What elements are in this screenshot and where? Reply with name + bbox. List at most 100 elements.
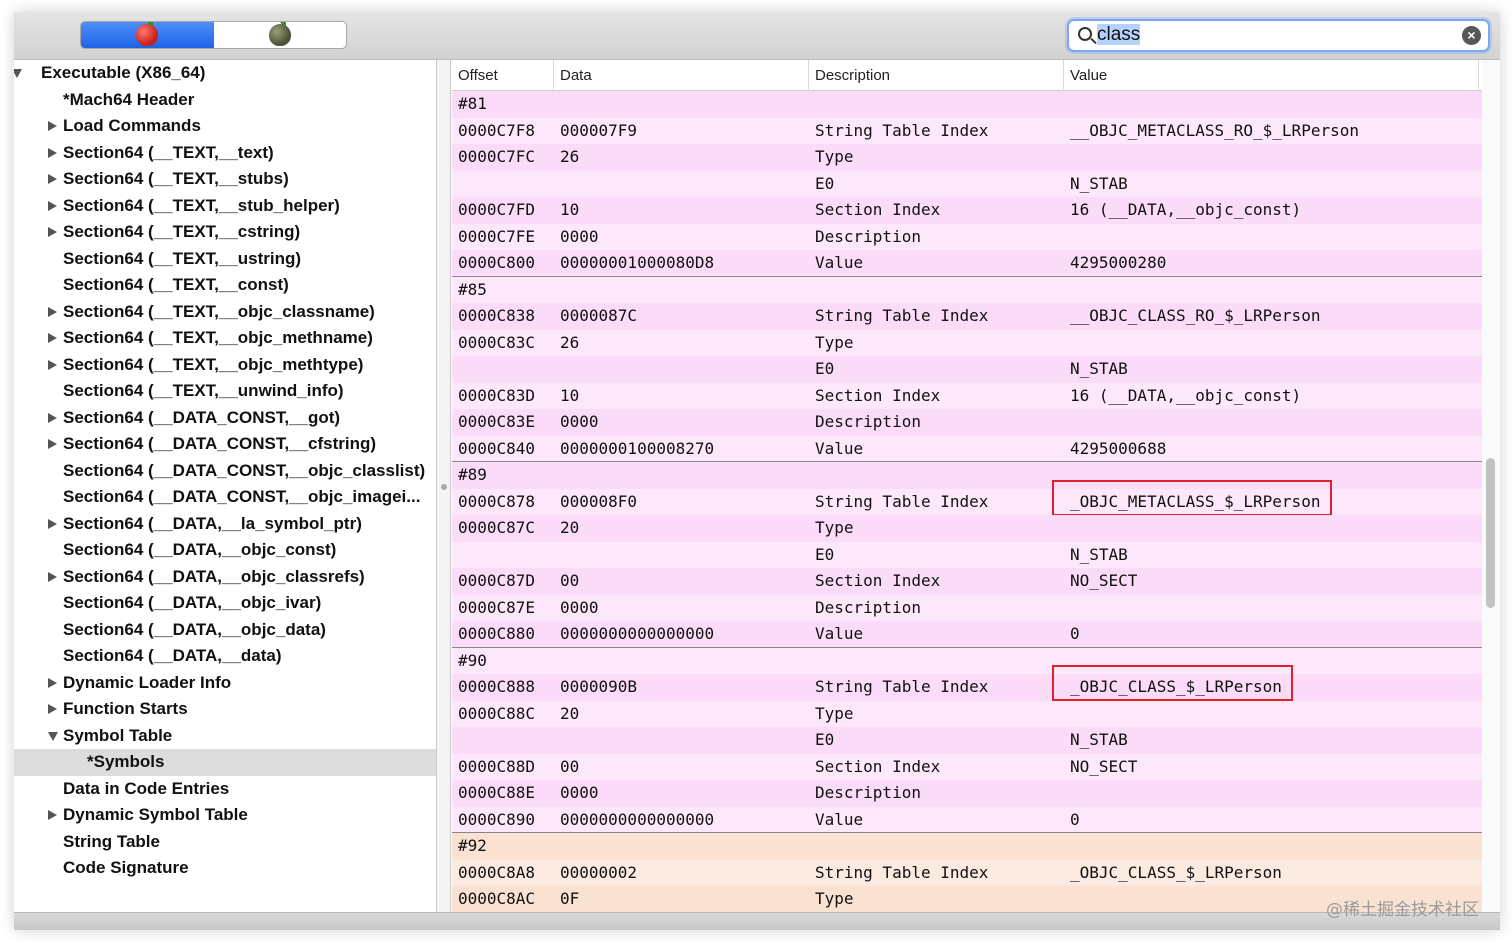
vertical-scrollbar[interactable] <box>1482 60 1500 912</box>
table-row[interactable]: 0000C840 0000000100008270 Value 4295000688 <box>452 435 1482 462</box>
sidebar-item[interactable]: Section64 (__TEXT,__cstring) <box>14 219 436 246</box>
sidebar-item[interactable]: Section64 (__DATA,__data) <box>14 643 436 670</box>
cell-data: 0000 <box>560 226 599 246</box>
cell-value: __OBJC_CLASS_RO_$_LRPerson <box>1070 306 1321 325</box>
sidebar-item[interactable]: Section64 (__DATA,__objc_const) <box>14 537 436 564</box>
sidebar-item[interactable]: *Mach64 Header <box>14 87 436 114</box>
sidebar-item[interactable]: Section64 (__DATA_CONST,__objc_imagei... <box>14 484 436 511</box>
table-row[interactable]: #92 <box>452 833 1482 860</box>
table-row[interactable]: 0000C83D 10 Section Index 16 (__DATA,__objc… <box>452 382 1482 409</box>
column-header-data[interactable]: Data <box>554 60 809 91</box>
sidebar-item[interactable]: Function Starts <box>14 696 436 723</box>
cell-offset: 0000C878 <box>458 491 536 511</box>
disclosure-collapsed-icon[interactable] <box>48 147 57 158</box>
table-row[interactable]: 0000C88D 00 Section Index NO_SECT <box>452 753 1482 780</box>
table-row[interactable]: 0000C7FD 10 Section Index 16 (__DATA,__objc… <box>452 197 1482 224</box>
cell-description: String Table Index <box>815 862 989 882</box>
column-header-description[interactable]: Description <box>809 60 1064 91</box>
table-row[interactable]: E0 N_STAB <box>452 727 1482 754</box>
sidebar-item[interactable]: Section64 (__DATA,__objc_ivar) <box>14 590 436 617</box>
column-header-value[interactable]: Value <box>1064 60 1479 91</box>
table-row[interactable]: #81 <box>452 91 1482 118</box>
disclosure-collapsed-icon[interactable] <box>48 333 57 343</box>
sidebar-item[interactable]: Section64 (__TEXT,__stub_helper) <box>14 193 436 220</box>
search-input[interactable]: class <box>1097 24 1457 48</box>
sidebar-item[interactable]: Load Commands <box>14 113 436 140</box>
sidebar-item[interactable]: Dynamic Symbol Table <box>14 802 436 829</box>
disclosure-collapsed-icon[interactable] <box>48 518 57 529</box>
sidebar-item[interactable]: Section64 (__TEXT,__stubs) <box>14 166 436 193</box>
sidebar-item[interactable]: Section64 (__DATA_CONST,__cfstring) <box>14 431 436 458</box>
table-row[interactable]: 0000C7FE 0000 Description <box>452 223 1482 250</box>
clear-search-icon[interactable]: × <box>1462 26 1481 45</box>
disclosure-collapsed-icon[interactable] <box>48 677 57 688</box>
disclosure-collapsed-icon[interactable] <box>48 306 57 317</box>
table-row[interactable]: 0000C880 0000000000000000 Value 0 <box>452 621 1482 648</box>
sidebar-item[interactable]: Section64 (__DATA,__objc_classrefs) <box>14 564 436 591</box>
sidebar-item-label: Section64 (__DATA_CONST,__objc_classlist… <box>63 460 426 480</box>
disclosure-collapsed-icon[interactable] <box>48 439 57 449</box>
sidebar-item[interactable]: Section64 (__DATA_CONST,__objc_classlist… <box>14 458 436 485</box>
sidebar-item[interactable]: Executable (X86_64) <box>14 60 436 87</box>
cell-description: E0 <box>815 730 835 749</box>
table-row[interactable]: 0000C7FC 26 Type <box>452 144 1482 171</box>
disclosure-collapsed-icon[interactable] <box>48 810 57 820</box>
disclosure-collapsed-icon[interactable] <box>48 227 57 237</box>
disclosure-expanded-icon[interactable] <box>48 731 58 741</box>
disclosure-collapsed-icon[interactable] <box>48 174 57 184</box>
disclosure-collapsed-icon[interactable] <box>48 121 57 131</box>
sidebar-item[interactable]: Section64 (__TEXT,__const) <box>14 272 436 299</box>
sidebar-item[interactable]: Symbol Table <box>14 723 436 750</box>
table-row[interactable]: 0000C838 0000087C String Table Index __OBJC… <box>452 303 1482 330</box>
sidebar-item[interactable]: Section64 (__TEXT,__objc_methtype) <box>14 352 436 379</box>
sidebar-item[interactable]: Section64 (__DATA,__la_symbol_ptr) <box>14 511 436 538</box>
table-row[interactable]: E0 N_STAB <box>452 541 1482 568</box>
cell-offset: 0000C888 <box>458 677 536 696</box>
sidebar-item[interactable]: Section64 (__DATA_CONST,__got) <box>14 405 436 432</box>
table-row[interactable]: 0000C87D 00 Section Index NO_SECT <box>452 568 1482 595</box>
sidebar-item[interactable]: Data in Code Entries <box>14 776 436 803</box>
sidebar-item[interactable]: Section64 (__TEXT,__objc_classname) <box>14 299 436 326</box>
disclosure-expanded-icon[interactable] <box>14 69 22 78</box>
disclosure-collapsed-icon[interactable] <box>48 412 57 423</box>
sidebar-item[interactable]: Section64 (__TEXT,__text) <box>14 140 436 167</box>
table-row[interactable]: 0000C88E 0000 Description <box>452 780 1482 807</box>
split-divider[interactable] <box>437 60 451 912</box>
table-row[interactable]: 0000C87C 20 Type <box>452 515 1482 542</box>
segment-right[interactable] <box>214 22 347 48</box>
cell-value: 0 <box>1070 809 1080 829</box>
sidebar-item[interactable]: Dynamic Loader Info <box>14 670 436 697</box>
disclosure-collapsed-icon[interactable] <box>48 704 57 714</box>
table-row[interactable]: 0000C83E 0000 Description <box>452 409 1482 436</box>
table-row[interactable]: 0000C888 0000090B String Table Index _OBJC_… <box>452 665 1482 701</box>
segment-left[interactable] <box>81 22 214 48</box>
table-row[interactable]: E0 N_STAB <box>452 356 1482 383</box>
table-row[interactable]: 0000C890 0000000000000000 Value 0 <box>452 806 1482 833</box>
table-row[interactable]: E0 N_STAB <box>452 170 1482 197</box>
table-row[interactable]: 0000C88C 20 Type <box>452 700 1482 727</box>
table-row[interactable]: 0000C7F8 000007F9 String Table Index __OBJC… <box>452 117 1482 144</box>
table-row[interactable]: 0000C87E 0000 Description <box>452 594 1482 621</box>
table-row[interactable]: 0000C8A8 00000002 String Table Index _OBJC_… <box>452 859 1482 886</box>
search-field[interactable]: class × <box>1067 19 1490 52</box>
sidebar-item[interactable]: Section64 (__TEXT,__ustring) <box>14 246 436 273</box>
table-row[interactable]: 0000C83C 26 Type <box>452 329 1482 356</box>
sidebar-item[interactable]: *Symbols <box>14 749 436 776</box>
scrollbar-thumb[interactable] <box>1486 458 1495 608</box>
table-row[interactable]: #85 <box>452 276 1482 303</box>
sidebar-item[interactable]: String Table <box>14 829 436 856</box>
disclosure-collapsed-icon[interactable] <box>48 571 57 582</box>
disclosure-collapsed-icon[interactable] <box>48 200 57 211</box>
sidebar-item[interactable]: Section64 (__TEXT,__unwind_info) <box>14 378 436 405</box>
split-handle-icon[interactable] <box>441 484 447 490</box>
table-row[interactable]: 0000C878 000008F0 String Table Index _OBJC_… <box>452 479 1482 516</box>
column-header-offset[interactable]: Offset <box>452 60 554 91</box>
table-row[interactable]: #90 <box>452 647 1482 674</box>
sidebar-item[interactable]: Section64 (__DATA,__objc_data) <box>14 617 436 644</box>
sidebar-item[interactable]: Section64 (__TEXT,__objc_methname) <box>14 325 436 352</box>
sidebar-item[interactable]: Code Signature <box>14 855 436 882</box>
disclosure-collapsed-icon[interactable] <box>48 359 57 370</box>
sidebar-item-label: *Mach64 Header <box>63 89 195 109</box>
table-row[interactable]: 0000C800 00000001000080D8 Value 4295000280 <box>452 250 1482 277</box>
sidebar-item-label: Executable (X86_64) <box>41 63 206 82</box>
